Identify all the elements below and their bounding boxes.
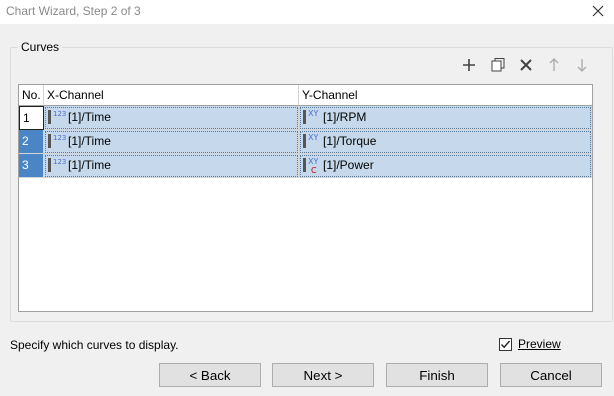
group-label: Curves	[18, 40, 63, 54]
column-header-x-channel[interactable]: X-Channel	[44, 85, 299, 106]
close-icon[interactable]	[590, 3, 606, 19]
row-number[interactable]: 1	[19, 106, 44, 130]
table-row[interactable]: 3 123 [1]/Time XY C [1]/Power	[19, 154, 592, 178]
svg-text:123: 123	[53, 134, 66, 142]
move-up-icon[interactable]	[543, 55, 565, 75]
svg-text:123: 123	[53, 110, 66, 118]
preview-checkbox[interactable]: Preview	[499, 337, 561, 351]
column-header-no[interactable]: No.	[19, 85, 44, 106]
row-number[interactable]: 2	[19, 130, 44, 154]
y-channel-label: [1]/RPM	[323, 110, 367, 124]
copy-icon[interactable]	[487, 55, 509, 75]
x-channel-label: [1]/Time	[68, 110, 111, 124]
window-title: Chart Wizard, Step 2 of 3	[6, 4, 141, 18]
x-channel-label: [1]/Time	[68, 158, 111, 172]
preview-label: Preview	[518, 337, 561, 351]
y-channel-cell[interactable]: XY C [1]/Power	[299, 154, 592, 178]
back-button[interactable]: < Back	[159, 363, 261, 387]
next-button[interactable]: Next >	[272, 363, 374, 387]
svg-text:XY: XY	[308, 157, 318, 166]
computed-xy-channel-icon: XY C	[303, 157, 318, 174]
x-channel-cell[interactable]: 123 [1]/Time	[44, 154, 299, 178]
numeric-channel-icon: 123	[48, 158, 66, 172]
numeric-channel-icon: 123	[48, 110, 66, 124]
row-number[interactable]: 3	[19, 154, 44, 178]
add-icon[interactable]	[458, 55, 480, 75]
title-bar: Chart Wizard, Step 2 of 3	[0, 0, 614, 24]
table-row[interactable]: 1 123 [1]/Time XY [1]/RPM	[19, 106, 592, 130]
checkbox-box[interactable]	[499, 337, 512, 351]
y-channel-cell[interactable]: XY [1]/RPM	[299, 106, 592, 130]
y-channel-label: [1]/Torque	[323, 134, 377, 148]
svg-text:123: 123	[53, 158, 66, 166]
x-channel-cell[interactable]: 123 [1]/Time	[44, 106, 299, 130]
column-header-y-channel[interactable]: Y-Channel	[299, 85, 592, 106]
xy-channel-icon: XY	[303, 109, 318, 124]
xy-channel-icon: XY	[303, 133, 318, 148]
move-down-icon[interactable]	[571, 55, 593, 75]
numeric-channel-icon: 123	[48, 134, 66, 148]
delete-icon[interactable]	[515, 55, 537, 75]
dialog-client: Curves No. X-Channel Y-Channel 1 123 [1]…	[0, 24, 614, 396]
table-row[interactable]: 2 123 [1]/Time XY [1]/Torque	[19, 130, 592, 154]
svg-text:C: C	[311, 166, 317, 174]
svg-text:XY: XY	[308, 109, 318, 118]
curves-table[interactable]: No. X-Channel Y-Channel 1 123 [1]/Time X…	[18, 84, 593, 312]
cancel-button[interactable]: Cancel	[500, 363, 602, 387]
x-channel-label: [1]/Time	[68, 134, 111, 148]
finish-button[interactable]: Finish	[386, 363, 488, 387]
hint-text: Specify which curves to display.	[10, 338, 179, 352]
svg-text:XY: XY	[308, 133, 318, 142]
y-channel-label: [1]/Power	[323, 158, 374, 172]
checkmark-icon	[501, 340, 511, 348]
y-channel-cell[interactable]: XY [1]/Torque	[299, 130, 592, 154]
x-channel-cell[interactable]: 123 [1]/Time	[44, 130, 299, 154]
